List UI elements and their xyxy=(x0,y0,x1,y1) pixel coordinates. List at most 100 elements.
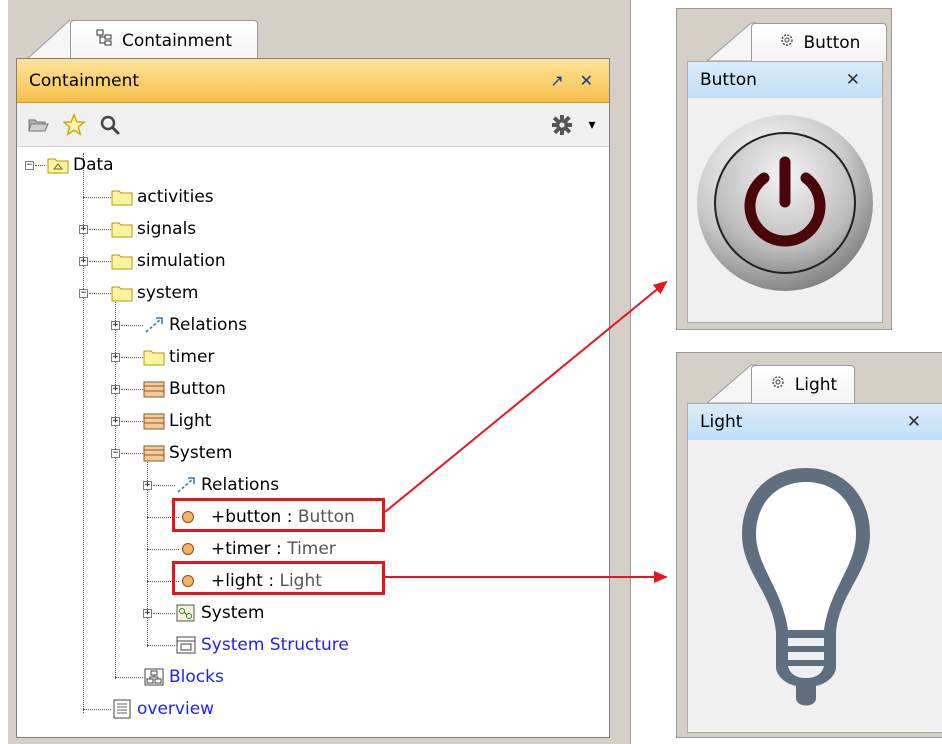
tree-item-timer[interactable]: timer xyxy=(169,347,214,367)
power-button-widget[interactable] xyxy=(692,110,878,300)
expand-toggle[interactable]: + xyxy=(143,609,152,618)
tree-line xyxy=(121,453,143,454)
expand-toggle[interactable]: + xyxy=(143,481,152,490)
tree-item-blocks[interactable]: Blocks xyxy=(169,667,224,687)
containment-window: Containment Containment ↗ ✕ ▾ − Data act… xyxy=(0,0,631,744)
tree-line xyxy=(121,325,143,326)
document-icon xyxy=(111,699,133,719)
tree-item-relations[interactable]: Relations xyxy=(169,315,247,335)
containment-tree[interactable]: − Data activities + signals + simulation… xyxy=(17,147,609,737)
tree-item-button-block[interactable]: Button xyxy=(169,379,226,399)
tree-line xyxy=(121,421,143,422)
folder-icon xyxy=(143,348,165,366)
tree-item-part-timer[interactable]: +timer : Timer xyxy=(211,539,336,559)
tree-item-system-structure[interactable]: System Structure xyxy=(201,635,349,655)
tree-item-light-block[interactable]: Light xyxy=(169,411,211,431)
containment-title-bar: Containment ↗ ✕ xyxy=(17,59,609,103)
part-property-icon xyxy=(177,540,199,558)
part-type: Timer xyxy=(287,539,336,559)
expand-toggle[interactable]: + xyxy=(79,225,88,234)
tree-line xyxy=(121,389,143,390)
gear-icon xyxy=(778,31,796,54)
folder-icon xyxy=(111,284,133,302)
tree-line xyxy=(83,197,111,198)
tree-line xyxy=(35,165,45,166)
tree-item-system-block[interactable]: System xyxy=(169,443,232,463)
close-button-panel[interactable]: ✕ xyxy=(846,70,860,90)
state-machine-icon xyxy=(175,604,197,622)
block-icon xyxy=(143,412,165,430)
tree-line xyxy=(89,229,111,230)
block-icon xyxy=(143,444,165,462)
containment-toolbar: ▾ xyxy=(17,103,609,147)
tree-line xyxy=(115,289,116,679)
tab-light-label: Light xyxy=(794,374,838,395)
tab-button-label: Button xyxy=(803,32,861,53)
tree-line xyxy=(115,677,143,678)
search-icon[interactable] xyxy=(95,110,125,140)
tree-line xyxy=(147,645,175,646)
highlight-box-light xyxy=(172,561,385,595)
tree-item-data[interactable]: Data xyxy=(73,155,114,175)
tab-slant xyxy=(707,22,757,61)
tree-item-relations-inner[interactable]: Relations xyxy=(201,475,279,495)
tab-button[interactable]: Button xyxy=(751,23,887,61)
tree-line xyxy=(153,485,175,486)
light-title-bar: Light ✕ xyxy=(688,404,942,440)
button-panel: Button Button ✕ xyxy=(676,8,892,330)
tree-item-activities[interactable]: activities xyxy=(137,187,214,207)
collapse-toggle[interactable]: − xyxy=(79,289,88,298)
tree-line xyxy=(83,153,84,713)
tree-line xyxy=(83,709,111,710)
tab-containment-label: Containment xyxy=(121,30,233,51)
float-window-button[interactable]: ↗ xyxy=(550,71,563,90)
light-frame: Light ✕ xyxy=(687,403,942,733)
expand-toggle[interactable]: + xyxy=(111,417,120,426)
folder-icon xyxy=(111,220,133,238)
block-icon xyxy=(143,380,165,398)
tab-slant xyxy=(26,20,76,60)
collapse-toggle[interactable]: − xyxy=(111,449,120,458)
highlight-box-button xyxy=(172,498,385,532)
tree-structure-icon xyxy=(96,29,114,52)
type-separator: : xyxy=(270,539,288,559)
tab-containment[interactable]: Containment xyxy=(70,20,258,60)
light-panel-title: Light xyxy=(700,412,743,432)
tab-slant xyxy=(707,364,757,403)
tree-item-system-inner[interactable]: System xyxy=(201,603,264,623)
tree-line xyxy=(89,261,111,262)
light-panel: Light Light ✕ xyxy=(676,352,942,738)
open-folder-icon[interactable] xyxy=(23,110,53,140)
tree-line xyxy=(153,613,175,614)
folder-icon xyxy=(111,252,133,270)
button-panel-title: Button xyxy=(700,70,757,90)
folder-icon xyxy=(111,188,133,206)
button-frame: Button ✕ xyxy=(687,61,883,323)
containment-frame: Containment ↗ ✕ ▾ − Data activities + si… xyxy=(16,58,610,738)
tree-line xyxy=(147,549,179,550)
expand-toggle[interactable]: + xyxy=(79,257,88,266)
gear-menu-arrow[interactable]: ▾ xyxy=(583,110,601,140)
collapse-toggle[interactable]: − xyxy=(25,161,34,170)
expand-toggle[interactable]: + xyxy=(111,321,120,330)
blocks-diagram-icon xyxy=(143,668,165,686)
close-containment-button[interactable]: ✕ xyxy=(580,71,593,90)
gear-icon[interactable] xyxy=(547,110,577,140)
tree-line xyxy=(89,293,111,294)
relations-icon xyxy=(175,476,197,494)
expand-toggle[interactable]: + xyxy=(111,385,120,394)
gear-icon xyxy=(769,373,787,396)
containment-title: Containment xyxy=(29,70,140,91)
tree-item-system[interactable]: system xyxy=(137,283,198,303)
tree-item-signals[interactable]: signals xyxy=(137,219,196,239)
close-light-panel[interactable]: ✕ xyxy=(907,412,921,432)
package-folder-icon xyxy=(47,156,69,174)
star-icon[interactable] xyxy=(59,110,89,140)
light-bulb-widget[interactable] xyxy=(736,462,876,726)
tab-light[interactable]: Light xyxy=(751,365,855,403)
expand-toggle[interactable]: + xyxy=(111,353,120,362)
tree-line xyxy=(121,357,143,358)
tree-item-overview[interactable]: overview xyxy=(137,699,214,719)
tree-item-simulation[interactable]: simulation xyxy=(137,251,226,271)
button-title-bar: Button ✕ xyxy=(688,62,882,98)
